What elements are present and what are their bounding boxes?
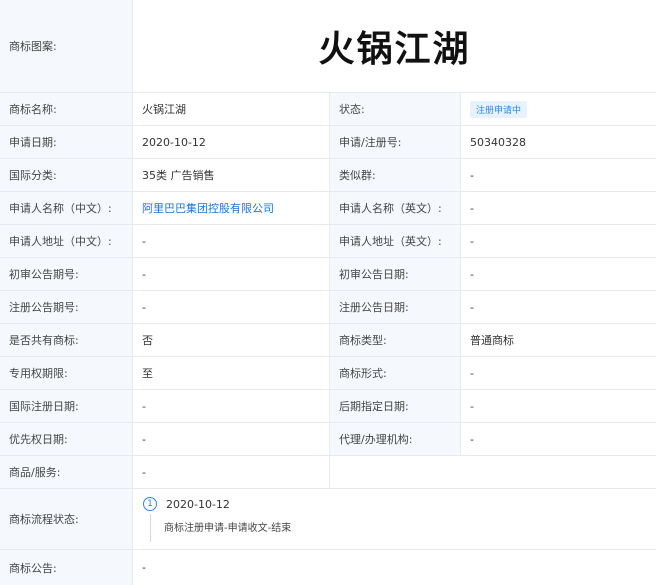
priority-date-value: - [132, 423, 329, 455]
applicant-cn-link[interactable]: 阿里巴巴集团控股有限公司 [142, 200, 274, 216]
announcement-value: - [132, 550, 656, 585]
row-pattern: 商标图案: 火锅江湖 [0, 0, 656, 93]
similar-group-label: 类似群: [329, 159, 460, 191]
reg-pub-date-label: 注册公告日期: [329, 291, 460, 323]
flow-step-desc: 商标注册申请-申请收文-结束 [164, 523, 292, 534]
apply-date-label: 申请日期: [0, 126, 132, 158]
address-cn-value: - [132, 225, 329, 257]
name-label: 商标名称: [0, 93, 132, 125]
address-en-value: - [460, 225, 656, 257]
later-designation-label: 后期指定日期: [329, 390, 460, 422]
similar-group-value: - [460, 159, 656, 191]
row-flow: 商标流程状态: 1 2020-10-12 商标注册申请-申请收文-结束 [0, 489, 656, 550]
reg-no-label: 申请/注册号: [329, 126, 460, 158]
row-announcement: 商标公告: - [0, 550, 656, 585]
type-value: 普通商标 [460, 324, 656, 356]
applicant-cn-cell: 阿里巴巴集团控股有限公司 [132, 192, 329, 224]
priority-date-label: 优先权日期: [0, 423, 132, 455]
row-intl-reg: 国际注册日期: - 后期指定日期: - [0, 390, 656, 423]
goods-label: 商品/服务: [0, 456, 132, 488]
row-priority-agency: 优先权日期: - 代理/办理机构: - [0, 423, 656, 456]
intl-class-label: 国际分类: [0, 159, 132, 191]
reg-pub-no-value: - [132, 291, 329, 323]
intl-class-value: 35类 广告销售 [132, 159, 329, 191]
intl-reg-date-value: - [132, 390, 329, 422]
status-badge: 注册申请中 [470, 100, 528, 118]
later-designation-value: - [460, 390, 656, 422]
trademark-pattern-image: 火锅江湖 [132, 0, 656, 92]
applicant-en-label: 申请人名称（英文）: [329, 192, 460, 224]
step-number-icon: 1 [143, 497, 157, 511]
prelim-pub-no-label: 初审公告期号: [0, 258, 132, 290]
address-cn-label: 申请人地址（中文）: [0, 225, 132, 257]
row-name-status: 商标名称: 火锅江湖 状态: 注册申请中 [0, 93, 656, 126]
form-value: - [460, 357, 656, 389]
type-label: 商标类型: [329, 324, 460, 356]
agency-value: - [460, 423, 656, 455]
row-shared-type: 是否共有商标: 否 商标类型: 普通商标 [0, 324, 656, 357]
flow-label: 商标流程状态: [0, 489, 132, 549]
flow-timeline: 1 2020-10-12 商标注册申请-申请收文-结束 [132, 489, 656, 549]
reg-no-value: 50340328 [460, 126, 656, 158]
exclusive-period-label: 专用权期限: [0, 357, 132, 389]
name-value: 火锅江湖 [132, 93, 329, 125]
reg-pub-date-value: - [460, 291, 656, 323]
status-cell: 注册申请中 [460, 93, 656, 125]
shared-value: 否 [132, 324, 329, 356]
row-prelim-pub: 初审公告期号: - 初审公告日期: - [0, 258, 656, 291]
form-label: 商标形式: [329, 357, 460, 389]
announcement-label: 商标公告: [0, 550, 132, 585]
row-goods: 商品/服务: - [0, 456, 656, 489]
applicant-en-value: - [460, 192, 656, 224]
address-en-label: 申请人地址（英文）: [329, 225, 460, 257]
row-date-regno: 申请日期: 2020-10-12 申请/注册号: 50340328 [0, 126, 656, 159]
row-applicant: 申请人名称（中文）: 阿里巴巴集团控股有限公司 申请人名称（英文）: - [0, 192, 656, 225]
row-address: 申请人地址（中文）: - 申请人地址（英文）: - [0, 225, 656, 258]
empty-cell [329, 456, 656, 488]
row-period-form: 专用权期限: 至 商标形式: - [0, 357, 656, 390]
pattern-label: 商标图案: [0, 0, 132, 92]
shared-label: 是否共有商标: [0, 324, 132, 356]
flow-step-date: 2020-10-12 [166, 497, 230, 511]
intl-reg-date-label: 国际注册日期: [0, 390, 132, 422]
row-reg-pub: 注册公告期号: - 注册公告日期: - [0, 291, 656, 324]
exclusive-period-value: 至 [132, 357, 329, 389]
row-class: 国际分类: 35类 广告销售 类似群: - [0, 159, 656, 192]
goods-value: - [132, 456, 329, 488]
timeline-step: 1 2020-10-12 商标注册申请-申请收文-结束 [143, 497, 291, 534]
prelim-pub-date-label: 初审公告日期: [329, 258, 460, 290]
prelim-pub-no-value: - [132, 258, 329, 290]
agency-label: 代理/办理机构: [329, 423, 460, 455]
reg-pub-no-label: 注册公告期号: [0, 291, 132, 323]
applicant-cn-label: 申请人名称（中文）: [0, 192, 132, 224]
apply-date-value: 2020-10-12 [132, 126, 329, 158]
prelim-pub-date-value: - [460, 258, 656, 290]
status-label: 状态: [329, 93, 460, 125]
